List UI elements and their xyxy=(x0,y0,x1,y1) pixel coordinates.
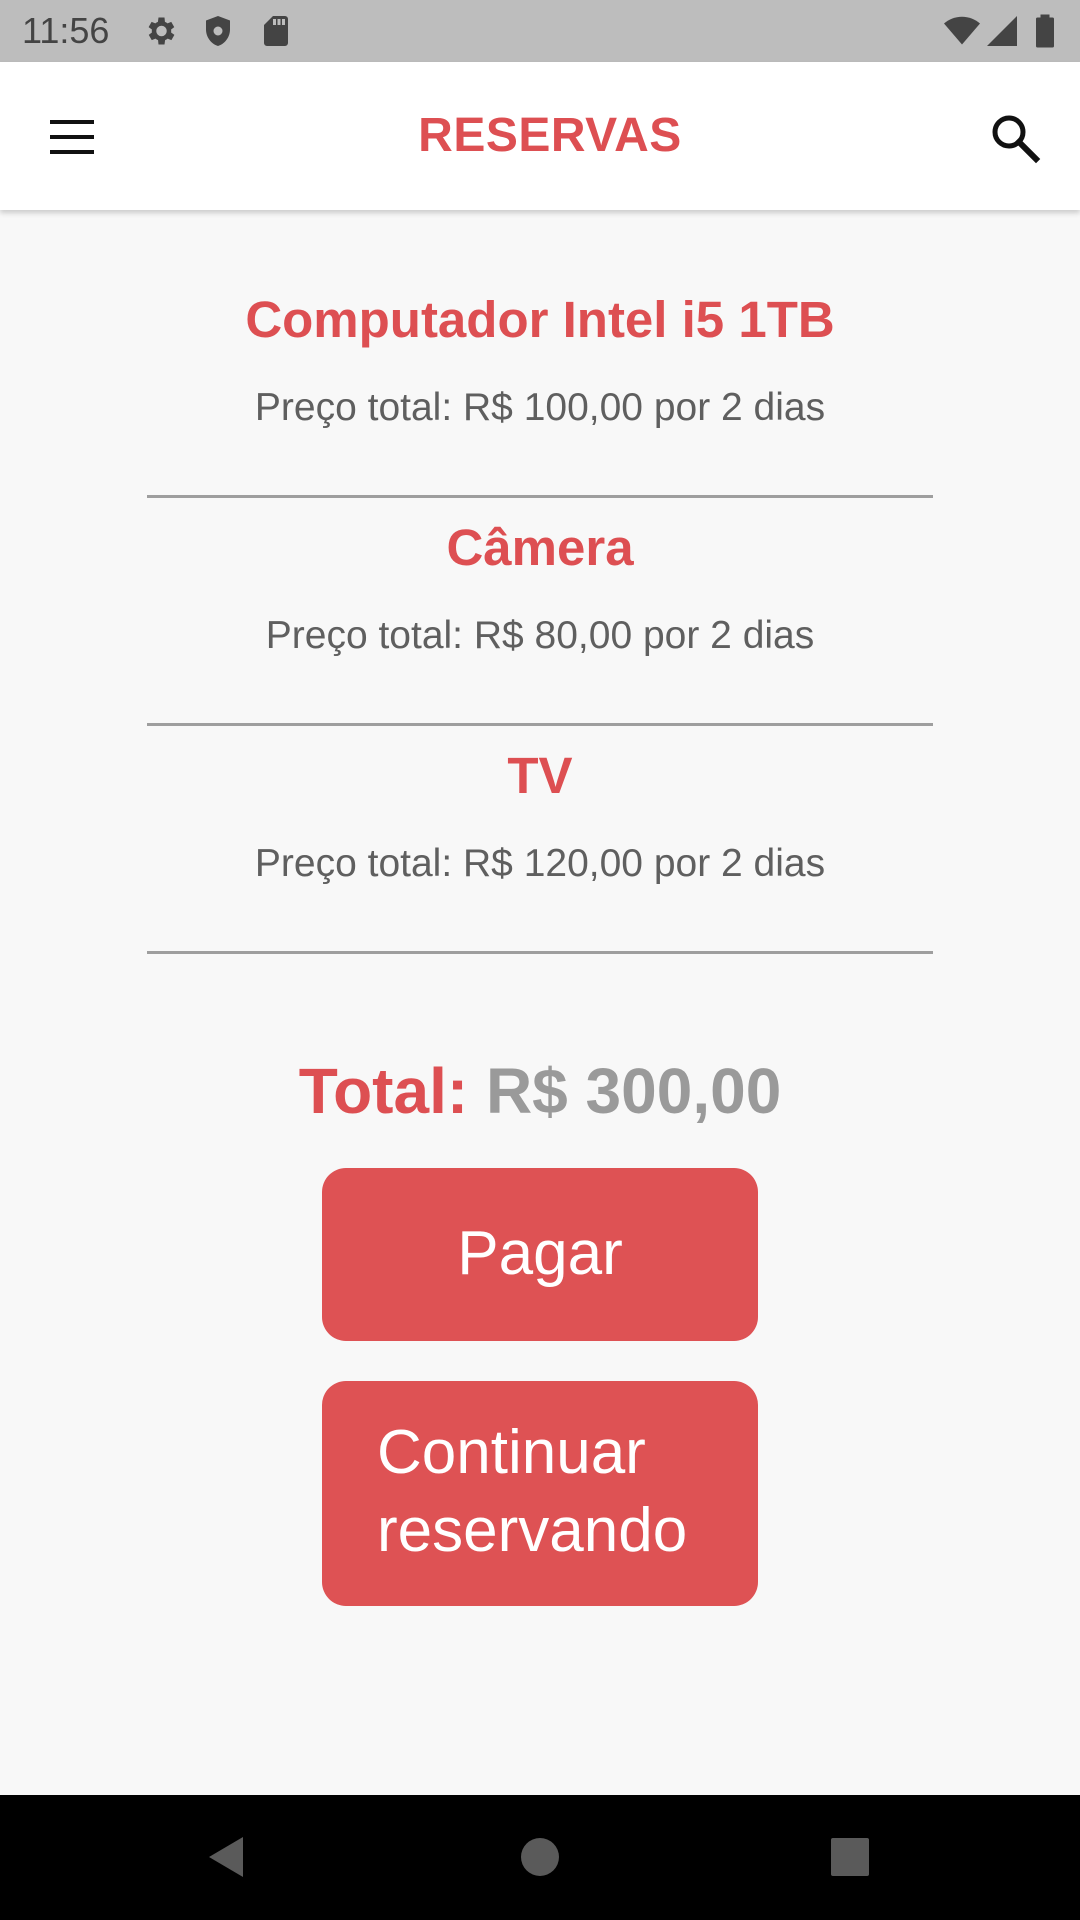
shield-icon xyxy=(206,16,230,46)
sd-card-icon xyxy=(264,16,288,46)
pay-button[interactable]: Pagar xyxy=(322,1168,758,1341)
list-item: Câmera Preço total: R$ 80,00 por 2 dias xyxy=(147,498,933,726)
page-title: RESERVAS xyxy=(418,109,682,162)
continue-button-label-line1: Continuar xyxy=(377,1418,646,1487)
navigation-bar xyxy=(0,1795,1080,1920)
list-item: Computador Intel i5 1TB Preço total: R$ … xyxy=(147,270,933,498)
battery-icon xyxy=(1036,14,1054,48)
continue-button-label-line2: reservando xyxy=(377,1496,688,1565)
list-item: TV Preço total: R$ 120,00 por 2 dias xyxy=(147,726,933,954)
reservation-price: Preço total: R$ 120,00 por 2 dias xyxy=(254,842,826,885)
back-icon[interactable] xyxy=(195,1827,255,1887)
reservation-price: Preço total: R$ 100,00 por 2 dias xyxy=(254,386,826,429)
status-bar: 11:56 xyxy=(0,0,1080,62)
home-icon[interactable] xyxy=(510,1827,570,1887)
pay-button-label: Pagar xyxy=(457,1219,623,1288)
total-label: Total: xyxy=(298,1055,469,1127)
reservation-name: TV xyxy=(507,747,573,804)
app-bar: RESERVAS xyxy=(0,62,1080,210)
status-time: 11:56 xyxy=(22,10,110,51)
reservation-list: Computador Intel i5 1TB Preço total: R$ … xyxy=(147,270,933,954)
total-value: R$ 300,00 xyxy=(485,1055,782,1127)
continue-reserving-button[interactable]: Continuar reservando xyxy=(322,1381,758,1606)
reservation-name: Computador Intel i5 1TB xyxy=(245,291,835,348)
search-icon[interactable] xyxy=(985,108,1045,168)
reservation-price: Preço total: R$ 80,00 por 2 dias xyxy=(265,614,815,657)
signal-icon xyxy=(987,16,1017,46)
wifi-icon xyxy=(944,16,980,45)
total-summary: Total: R$ 300,00 xyxy=(0,1055,1080,1127)
reservation-name: Câmera xyxy=(446,519,634,576)
settings-icon xyxy=(148,17,175,45)
recents-icon[interactable] xyxy=(820,1827,880,1887)
